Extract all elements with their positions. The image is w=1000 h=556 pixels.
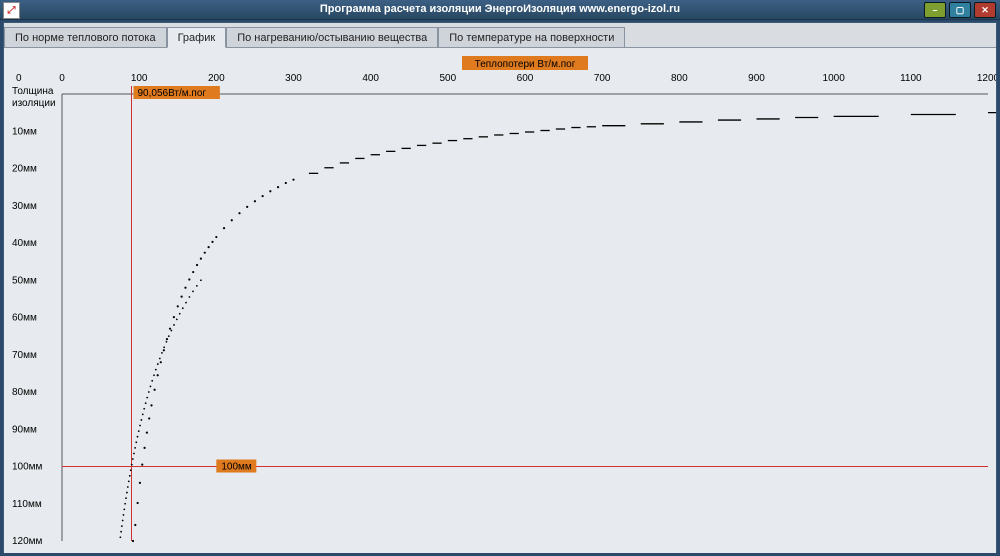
window-title: Программа расчета изоляции ЭнергоИзоляци… [320,3,680,15]
maximize-button[interactable]: ▢ [949,2,971,18]
client-area: По норме теплового потокаГрафикПо нагрев… [3,22,997,553]
svg-text:500: 500 [439,73,456,84]
svg-text:10мм: 10мм [12,126,37,137]
tab-по-норме-теплового-потока[interactable]: По норме теплового потока [4,27,167,47]
svg-text:1200: 1200 [977,73,996,84]
tab-bar: По норме теплового потокаГрафикПо нагрев… [4,23,996,48]
window-buttons: – ▢ ✕ [924,2,996,18]
svg-text:1100: 1100 [900,73,922,84]
app-icon: ⤢ [3,2,20,19]
svg-text:900: 900 [748,73,765,84]
svg-text:1000: 1000 [823,73,846,84]
svg-text:100мм: 100мм [221,462,252,473]
svg-text:300: 300 [285,73,302,84]
window-titlebar: ⤢ Программа расчета изоляции ЭнергоИзоля… [0,0,1000,20]
svg-text:110мм: 110мм [12,499,42,510]
svg-text:90мм: 90мм [12,424,37,435]
svg-text:Теплопотери Вт/м.пог: Теплопотери Вт/м.пог [475,59,576,70]
svg-text:0: 0 [59,73,65,84]
svg-text:120мм: 120мм [12,536,43,547]
svg-text:100мм: 100мм [12,462,43,473]
svg-text:400: 400 [362,73,379,84]
svg-text:60мм: 60мм [12,313,37,324]
svg-text:700: 700 [594,73,611,84]
minimize-button[interactable]: – [924,2,946,18]
svg-text:80мм: 80мм [12,387,37,398]
svg-text:800: 800 [671,73,688,84]
svg-text:изоляции: изоляции [12,98,56,109]
tab-по-нагреванию/остыванию-вещества[interactable]: По нагреванию/остыванию вещества [226,27,438,47]
close-button[interactable]: ✕ [974,2,996,18]
tab-график[interactable]: График [167,27,227,48]
svg-text:40мм: 40мм [12,238,37,249]
svg-text:20мм: 20мм [12,164,37,175]
svg-text:0: 0 [16,73,22,84]
svg-text:100: 100 [131,73,148,84]
svg-text:50мм: 50мм [12,275,37,286]
svg-text:600: 600 [517,73,534,84]
svg-text:200: 200 [208,73,225,84]
chart-area: Теплопотери Вт/м.пог 0 100 200 300 400 500 600 7… [4,48,996,552]
chart-svg: Теплопотери Вт/м.пог 0 100 200 300 400 500 600 7… [4,48,996,553]
tab-по-температуре-на-поверхности[interactable]: По температуре на поверхности [438,27,625,47]
svg-text:90,056Вт/м.пог: 90,056Вт/м.пог [137,88,206,99]
svg-text:Толщина: Толщина [12,86,54,97]
svg-text:30мм: 30мм [12,201,37,212]
svg-text:70мм: 70мм [12,350,37,361]
